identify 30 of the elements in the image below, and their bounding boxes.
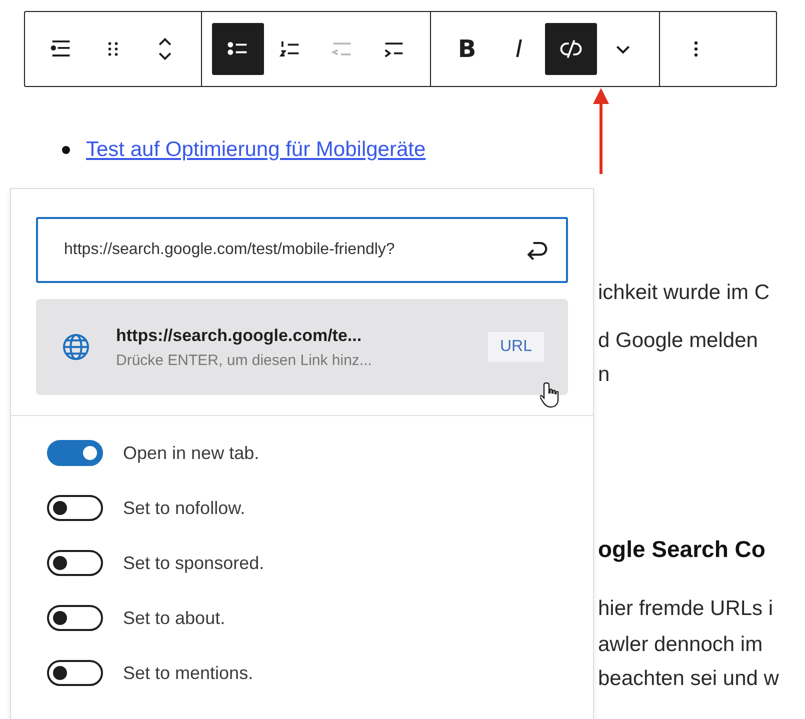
option-label: Set to mentions. <box>123 662 254 684</box>
type-label: URL <box>488 332 544 362</box>
paragraph-text: hier fremde URLs i <box>598 596 774 622</box>
bullets-button[interactable] <box>212 23 264 75</box>
globe-icon <box>60 331 92 363</box>
suggestion-hint: Drücke ENTER, um diesen Link hinz... <box>116 352 373 368</box>
italic-button[interactable]: I <box>493 23 545 75</box>
option-label: Set to sponsored. <box>123 552 264 574</box>
suggestion-title: https://search.google.com/te... <box>116 326 363 346</box>
paragraph-text: d Google melden <box>598 328 759 354</box>
bold-button[interactable]: B <box>441 23 493 75</box>
toggle-switch[interactable] <box>47 440 103 466</box>
toggle-switch[interactable] <box>47 550 103 576</box>
toggle-switch[interactable] <box>47 605 103 631</box>
bullet-icon <box>62 146 70 154</box>
toggle-switch[interactable] <box>47 495 103 521</box>
toggle-switch[interactable] <box>47 660 103 686</box>
more-icon <box>693 40 699 58</box>
link[interactable]: Test auf Optimierung für Mobilgeräte <box>86 138 426 162</box>
unlink-button[interactable] <box>545 23 597 75</box>
option-label: Set to about. <box>123 608 226 628</box>
paragraph-text: n <box>598 362 611 388</box>
option-label: Set to nofollow. <box>123 498 246 518</box>
paragraph-text: beachten sei und w <box>598 666 779 692</box>
paragraph-text: ichkeit wurde im C <box>598 280 771 306</box>
option-label: Open in new tab. <box>123 442 260 464</box>
url-field[interactable]: https://search.google.com/test/mobile-friendly? <box>36 217 568 283</box>
section-heading: ogle Search Co <box>598 536 766 562</box>
chevron-icon <box>616 44 630 54</box>
paragraph-text: awler dennoch im <box>598 632 764 658</box>
